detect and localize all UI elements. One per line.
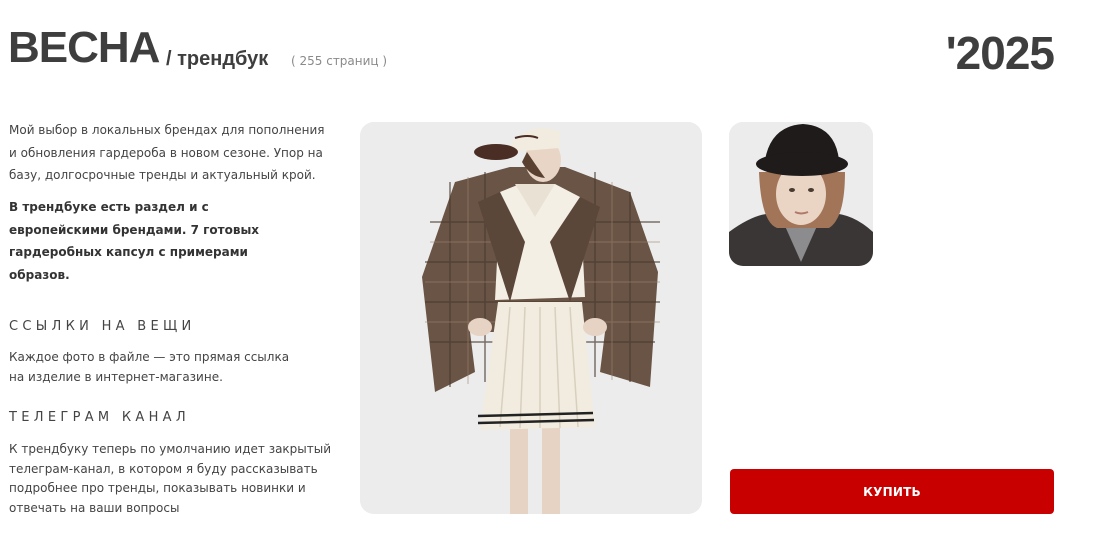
telegram-text: К трендбуку теперь по умолчанию идет зак…	[9, 442, 332, 515]
main-product-photo[interactable]	[360, 122, 702, 514]
hat-model-illustration	[729, 122, 873, 266]
model-illustration	[360, 122, 702, 514]
season-year: '2025	[945, 27, 1055, 79]
telegram-heading: ТЕЛЕГРАМ КАНАЛ	[9, 410, 190, 425]
page-title: ВЕСНА	[8, 23, 160, 72]
page-subtitle: / трендбук	[166, 48, 269, 70]
trendbook-page: ВЕСНА / трендбук ( 255 страниц ) '2025 М…	[0, 0, 1094, 553]
page-count: ( 255 страниц )	[291, 54, 388, 68]
secondary-product-photo[interactable]	[729, 122, 873, 266]
links-text: Каждое фото в файле — это прямая ссылка …	[9, 350, 290, 384]
intro-bold-text: В трендбуке есть раздел и с европейскими…	[9, 200, 260, 282]
links-heading: ССЫЛКИ НА ВЕЩИ	[9, 319, 196, 334]
buy-button[interactable]: КУПИТЬ	[730, 469, 1054, 514]
intro-text: Мой выбор в локальных брендах для пополн…	[9, 123, 325, 182]
